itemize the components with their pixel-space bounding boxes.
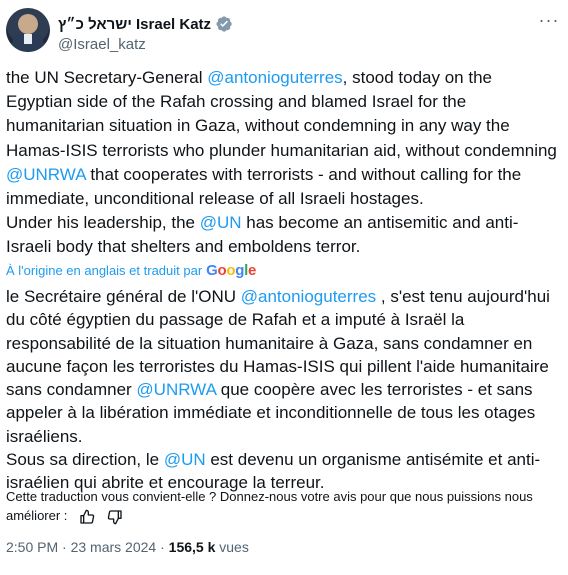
translation-notice-label: À l'origine en anglais et traduit par	[6, 263, 203, 278]
author-name-row[interactable]: ישראל כ״ץ Israel Katz	[58, 15, 233, 33]
translation-notice[interactable]: À l'origine en anglais et traduit par Go…	[6, 262, 256, 279]
translation-text-segment: le Secrétaire général de l'ONU	[6, 287, 241, 306]
mention-link[interactable]: @antonioguterres	[241, 287, 376, 306]
meta-separator: ·	[58, 539, 71, 555]
tweet-text: the UN Secretary-General @antonioguterre…	[6, 66, 562, 260]
translation-feedback: Cette traduction vous convient-elle ? Do…	[6, 487, 562, 525]
mention-link[interactable]: @antonioguterres	[207, 68, 342, 87]
thumbs-up-icon[interactable]	[79, 509, 95, 525]
tweet-time[interactable]: 2:50 PM	[6, 539, 58, 555]
more-options-icon[interactable]: ···	[538, 11, 560, 34]
tweet-meta: 2:50 PM · 23 mars 2024 · 156,5 k vues	[6, 539, 249, 555]
mention-link[interactable]: @UNRWA	[6, 165, 86, 184]
views-label: vues	[215, 539, 249, 555]
tweet-header: ישראל כ״ץ Israel Katz @Israel_katz ···	[6, 8, 562, 56]
mention-link[interactable]: @UN	[164, 450, 206, 469]
author-handle[interactable]: @Israel_katz	[58, 36, 146, 53]
tweet-date[interactable]: 23 mars 2024	[71, 539, 157, 555]
tweet-text-segment: the UN Secretary-General	[6, 68, 208, 87]
mention-link[interactable]: @UNRWA	[136, 380, 216, 399]
avatar[interactable]	[6, 8, 50, 52]
views-count: 156,5 k	[168, 539, 216, 555]
translated-text: le Secrétaire général de l'ONU @antoniog…	[6, 285, 562, 495]
google-logo: Google	[206, 262, 257, 279]
meta-separator: ·	[156, 539, 169, 555]
verified-badge-icon	[215, 15, 233, 33]
mention-link[interactable]: @UN	[200, 213, 242, 232]
thumbs-down-icon[interactable]	[107, 509, 123, 525]
author-display-name[interactable]: ישראל כ״ץ Israel Katz	[58, 16, 211, 33]
